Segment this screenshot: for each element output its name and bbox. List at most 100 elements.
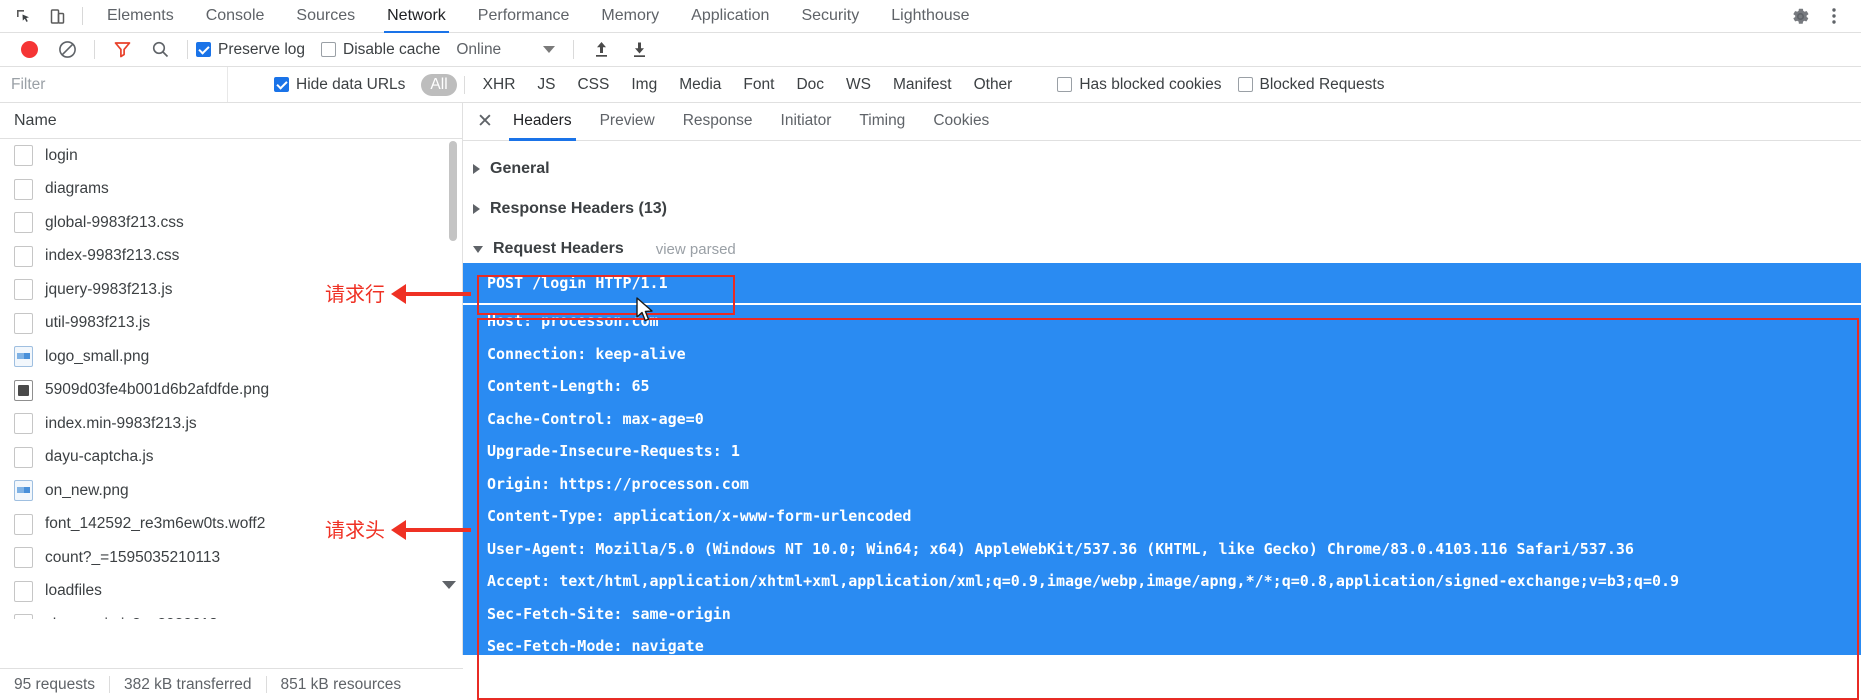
list-item[interactable]: index-9983f213.css: [0, 240, 462, 274]
chevron-down-icon[interactable]: [543, 46, 556, 53]
detail-tab-response[interactable]: Response: [669, 103, 767, 141]
filter-type-other[interactable]: Other: [963, 74, 1024, 96]
list-item[interactable]: on_new.png: [0, 474, 462, 508]
section-general[interactable]: General: [463, 149, 1861, 189]
list-item[interactable]: loadfiles: [0, 575, 462, 609]
detail-tabstrip: ✕ Headers Preview Response Initiator Tim…: [463, 103, 1861, 141]
devtools-tabstrip: Elements Console Sources Network Perform…: [0, 0, 1861, 33]
request-header-line: Accept: text/html,application/xhtml+xml,…: [487, 572, 1680, 590]
list-item[interactable]: count?_=1595035210113: [0, 541, 462, 575]
tab-elements[interactable]: Elements: [91, 0, 190, 33]
filter-type-doc[interactable]: Doc: [785, 74, 835, 96]
tab-memory[interactable]: Memory: [585, 0, 675, 33]
request-name: jquery-9983f213.js: [45, 280, 173, 298]
tab-security[interactable]: Security: [785, 0, 875, 33]
request-list[interactable]: login diagrams global-9983f213.css index…: [0, 139, 462, 619]
devtools-window: Elements Console Sources Network Perform…: [0, 0, 1861, 700]
search-icon[interactable]: [141, 35, 179, 65]
list-item[interactable]: diagrams: [0, 173, 462, 207]
detail-tab-headers[interactable]: Headers: [499, 103, 586, 141]
tab-sources[interactable]: Sources: [280, 0, 371, 33]
throttle-value: Online: [456, 40, 502, 58]
section-response-headers[interactable]: Response Headers (13): [463, 189, 1861, 229]
has-blocked-cookies-checkbox-box[interactable]: [1057, 77, 1073, 92]
headers-sections: General Response Headers (13) Request He…: [463, 141, 1861, 269]
filter-type-manifest[interactable]: Manifest: [882, 74, 963, 96]
hide-data-urls-checkbox[interactable]: Hide data URLs: [274, 76, 405, 94]
filter-type-font[interactable]: Font: [732, 74, 785, 96]
network-toolbar: Preserve log Disable cache Online: [0, 33, 1861, 67]
list-item[interactable]: global-9983f213.css: [0, 206, 462, 240]
request-header-line: Origin: https://processon.com: [487, 474, 749, 493]
request-name: zhuge.min.js?v=2020618: [45, 616, 218, 619]
doc-icon: [14, 212, 33, 234]
import-har-icon[interactable]: [582, 35, 620, 65]
scroll-down-icon[interactable]: [442, 581, 456, 589]
disable-cache-checkbox-box[interactable]: [321, 42, 337, 57]
request-name: on_new.png: [45, 481, 129, 499]
filter-type-css[interactable]: CSS: [566, 74, 620, 96]
toolbar-divider: [94, 40, 95, 59]
toolbar-divider: [187, 40, 188, 59]
filter-type-media[interactable]: Media: [668, 74, 732, 96]
filter-row: Filter Hide data URLs All XHR JS CSS Img…: [0, 67, 1861, 103]
request-name: index.min-9983f213.js: [45, 414, 197, 432]
request-headers-highlight[interactable]: Host: processon.com Connection: keep-ali…: [463, 305, 1861, 655]
blocked-requests-checkbox-box[interactable]: [1237, 77, 1253, 92]
detail-tab-cookies[interactable]: Cookies: [919, 103, 1003, 141]
request-list-scrollbar[interactable]: [449, 141, 457, 617]
filter-type-all[interactable]: All: [421, 73, 457, 96]
scrollbar-thumb[interactable]: [449, 141, 457, 241]
record-icon[interactable]: [10, 35, 48, 65]
tab-console[interactable]: Console: [190, 0, 281, 33]
detail-tab-initiator[interactable]: Initiator: [767, 103, 846, 141]
chevron-down-icon[interactable]: [473, 245, 483, 253]
request-line-highlight[interactable]: POST /login HTTP/1.1: [463, 263, 1861, 303]
annotation-label-request-line: 请求行: [325, 282, 385, 306]
list-item[interactable]: logo_small.png: [0, 340, 462, 374]
detail-tab-preview[interactable]: Preview: [586, 103, 669, 141]
request-header-line: Content-Type: application/x-www-form-url…: [487, 507, 912, 525]
filter-icon[interactable]: [103, 35, 141, 65]
list-item[interactable]: dayu-captcha.js: [0, 441, 462, 475]
preserve-log-label: Preserve log: [218, 40, 306, 58]
list-item[interactable]: 5909d03fe4b001d6b2afdfde.png: [0, 374, 462, 408]
filter-type-xhr[interactable]: XHR: [472, 74, 527, 96]
gear-icon[interactable]: [1783, 2, 1817, 30]
request-header-line: Upgrade-Insecure-Requests: 1: [487, 442, 740, 460]
disable-cache-checkbox[interactable]: Disable cache: [321, 41, 440, 59]
doc-icon: [14, 547, 33, 569]
detail-tab-timing[interactable]: Timing: [845, 103, 919, 141]
list-item[interactable]: util-9983f213.js: [0, 307, 462, 341]
throttle-select[interactable]: Online: [456, 40, 556, 59]
filter-type-ws[interactable]: WS: [835, 74, 882, 96]
filter-type-js[interactable]: JS: [526, 74, 566, 96]
preserve-log-checkbox[interactable]: Preserve log: [196, 41, 305, 59]
preserve-log-checkbox-box[interactable]: [196, 42, 211, 57]
clear-icon[interactable]: [48, 35, 86, 65]
tab-lighthouse[interactable]: Lighthouse: [875, 0, 985, 33]
list-item[interactable]: zhuge.min.js?v=2020618: [0, 608, 462, 619]
more-vertical-icon[interactable]: [1817, 2, 1851, 30]
list-item[interactable]: index.min-9983f213.js: [0, 407, 462, 441]
device-toolbar-icon[interactable]: [40, 2, 74, 30]
filter-type-img[interactable]: Img: [620, 74, 668, 96]
request-header-line: Connection: keep-alive: [487, 344, 686, 363]
chevron-right-icon[interactable]: [473, 164, 480, 174]
close-icon[interactable]: ✕: [471, 108, 499, 136]
view-parsed-link[interactable]: view parsed: [656, 241, 736, 258]
request-header-line: Sec-Fetch-Mode: navigate: [487, 637, 704, 655]
has-blocked-cookies-checkbox[interactable]: Has blocked cookies: [1057, 76, 1222, 94]
tab-performance[interactable]: Performance: [462, 0, 586, 33]
request-list-header: Name: [0, 103, 462, 139]
tab-network[interactable]: Network: [371, 0, 462, 33]
filter-input[interactable]: Filter: [0, 67, 228, 102]
blocked-requests-checkbox[interactable]: Blocked Requests: [1237, 76, 1384, 94]
export-har-icon[interactable]: [620, 35, 658, 65]
inspect-element-icon[interactable]: [6, 2, 40, 30]
hide-data-urls-checkbox-box[interactable]: [274, 77, 289, 92]
section-general-title: General: [490, 160, 550, 177]
list-item[interactable]: login: [0, 139, 462, 173]
tab-application[interactable]: Application: [675, 0, 785, 33]
chevron-right-icon[interactable]: [473, 204, 480, 214]
